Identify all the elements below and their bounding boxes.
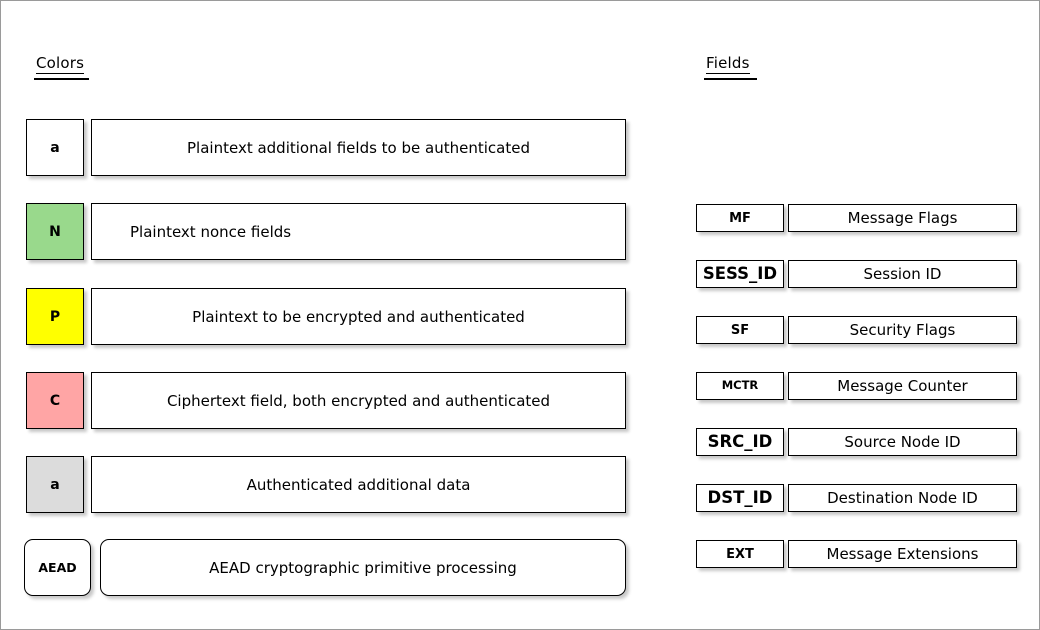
field-name-box: Destination Node ID (788, 484, 1017, 512)
color-description-box: Authenticated additional data (91, 456, 626, 513)
color-description-box: Plaintext to be encrypted and authentica… (91, 288, 626, 345)
field-name-box: Security Flags (788, 316, 1017, 344)
color-swatch-box: a (26, 456, 84, 513)
color-description-box: Plaintext additional fields to be authen… (91, 119, 626, 176)
color-description-box: Plaintext nonce fields (91, 203, 626, 260)
field-tag-box: EXT (696, 540, 784, 568)
colors-section-header-label: Colors (36, 54, 85, 74)
colors-section-rule (34, 78, 89, 80)
field-tag-box: SRC_ID (696, 428, 784, 456)
fields-section-header: Fields (706, 54, 750, 74)
color-swatch-box: N (26, 203, 84, 260)
colors-section-header: Colors (36, 54, 85, 74)
legend-diagram-canvas: Colors a Plaintext additional fields to b… (0, 0, 1040, 630)
field-name-box: Message Counter (788, 372, 1017, 400)
field-name-box: Message Flags (788, 204, 1017, 232)
field-name-box: Message Extensions (788, 540, 1017, 568)
color-swatch-box: C (26, 372, 84, 429)
field-name-box: Source Node ID (788, 428, 1017, 456)
field-tag-box: DST_ID (696, 484, 784, 512)
field-tag-box: MF (696, 204, 784, 232)
fields-section-rule (704, 78, 757, 80)
color-swatch-box: P (26, 288, 84, 345)
color-description-box: AEAD cryptographic primitive processing (100, 539, 626, 596)
field-name-box: Session ID (788, 260, 1017, 288)
field-tag-box: MCTR (696, 372, 784, 400)
field-tag-box: SF (696, 316, 784, 344)
color-description-box: Ciphertext field, both encrypted and aut… (91, 372, 626, 429)
color-swatch-box: AEAD (24, 539, 91, 596)
fields-section-header-label: Fields (706, 54, 750, 74)
color-swatch-box: a (26, 119, 84, 176)
field-tag-box: SESS_ID (696, 260, 784, 288)
